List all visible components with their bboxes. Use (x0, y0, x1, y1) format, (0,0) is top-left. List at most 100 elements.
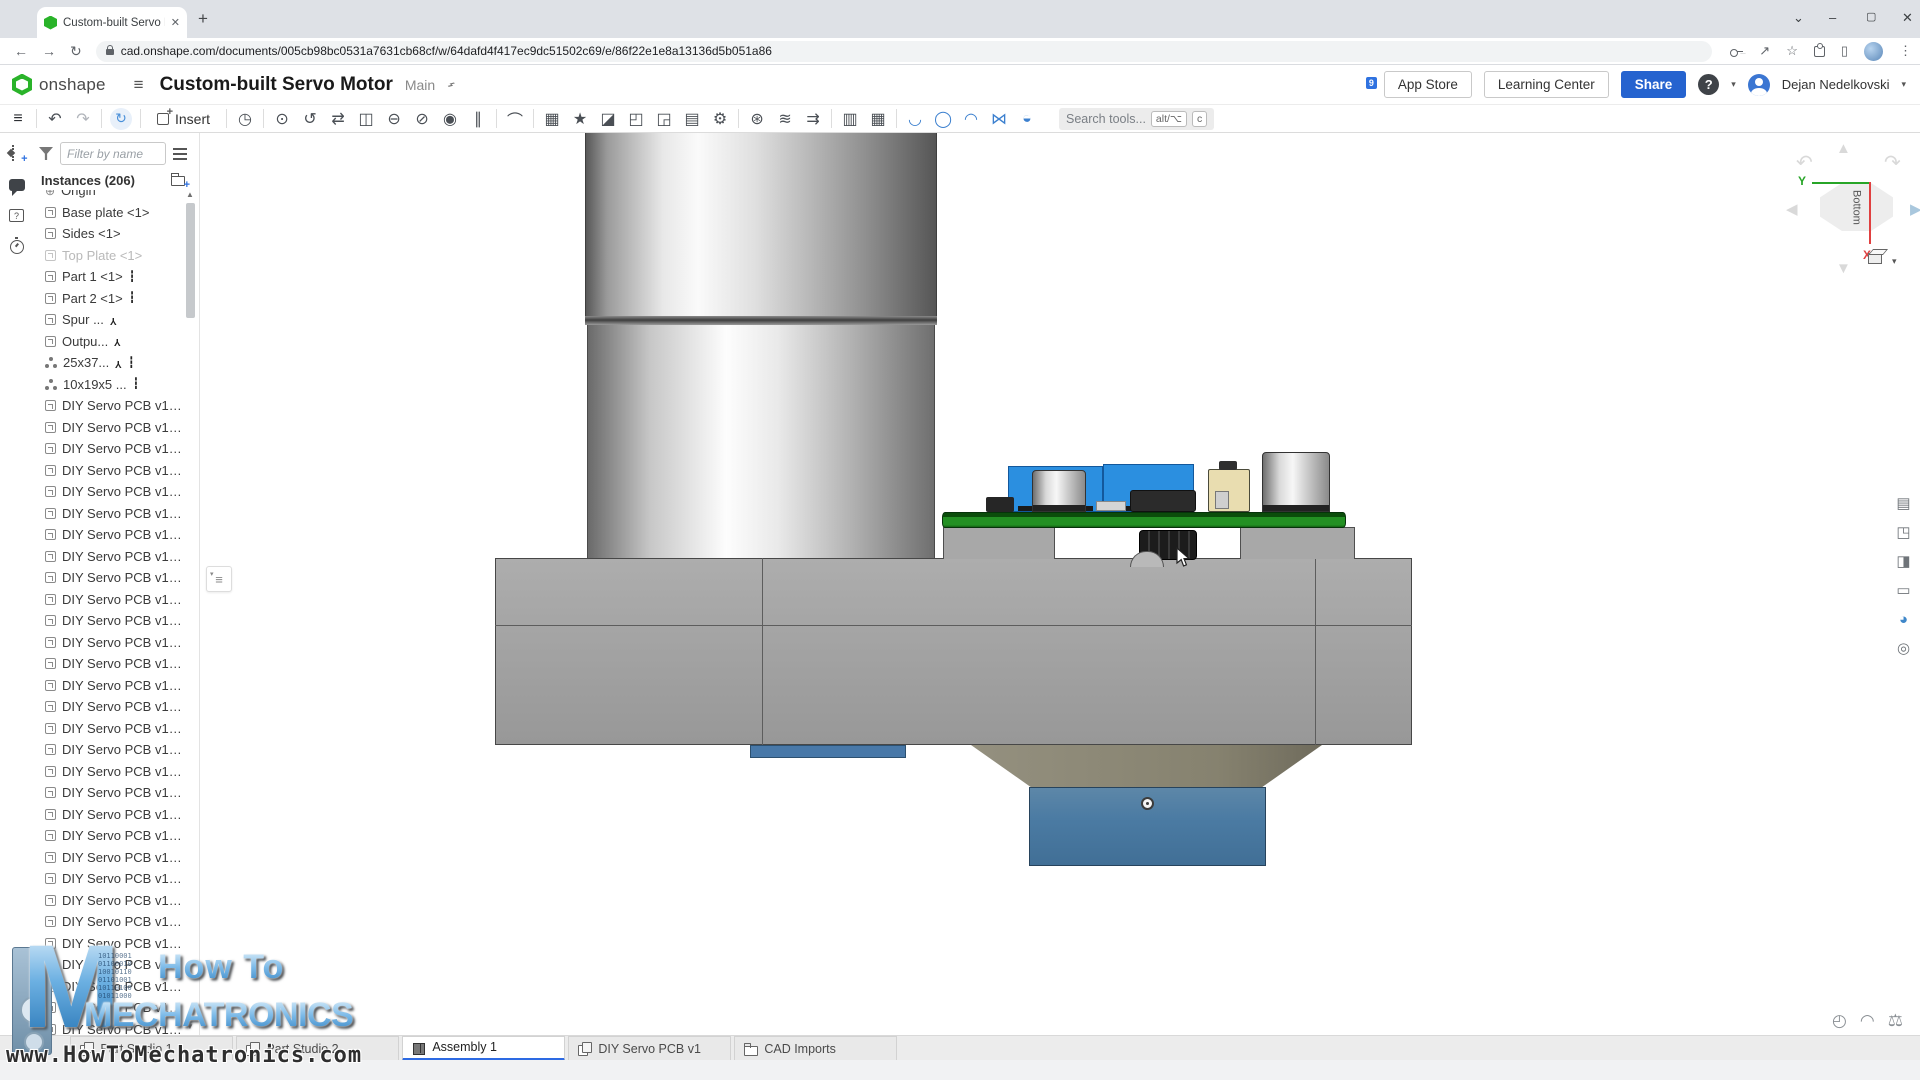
measure-tape-icon[interactable]: ◴ (1832, 1011, 1847, 1031)
forward-icon[interactable]: → (42, 43, 56, 59)
new-tab-button[interactable]: + (198, 9, 208, 29)
toolbar-icon[interactable] (140, 109, 141, 128)
measure-angle-icon[interactable]: ◠ (1860, 1011, 1875, 1031)
tangent-mate-icon[interactable]: ⌒ (501, 107, 529, 131)
document-tab[interactable]: Assembly 1 (402, 1036, 565, 1061)
instances-scrollbar[interactable]: ▲ ▼ (185, 190, 196, 1031)
viewcube-arrow-up-icon[interactable]: ▲ (1836, 140, 1851, 157)
document-tab[interactable]: CAD Imports (734, 1036, 897, 1061)
section-view-icon[interactable]: ◨ (1890, 548, 1917, 574)
instance-row[interactable]: DIY Servo PCB v1 <... (33, 804, 185, 826)
onshape-logo-text[interactable]: onshape (39, 75, 106, 95)
pcb-standoff-left[interactable] (943, 527, 1055, 559)
instance-row[interactable]: DIY Servo PCB v1 <... (33, 546, 185, 568)
box-select-icon[interactable]: ▦ (538, 107, 566, 131)
mass-properties-icon[interactable]: ⚖ (1888, 1011, 1903, 1031)
instance-row[interactable]: DIY Servo PCB v1 <... (33, 718, 185, 740)
undo-icon[interactable]: ↶ (41, 107, 69, 131)
smd-component-small[interactable] (986, 497, 1014, 512)
instance-row[interactable]: DIY Servo PCB v1 <... (33, 976, 185, 998)
instance-row[interactable]: DIY Servo PCB v1 <... (33, 524, 185, 546)
help-caret-icon[interactable]: ▾ (1731, 79, 1736, 90)
instance-row[interactable]: DIY Servo PCB v1 <... (33, 954, 185, 976)
filter-icon[interactable] (39, 147, 53, 160)
screw-relation-icon[interactable]: ⇉ (799, 107, 827, 131)
planar-blue-icon[interactable]: ◒ (1013, 107, 1041, 131)
named-views-icon[interactable]: ▭ (1890, 577, 1917, 603)
planetary-relation-icon[interactable]: ⊛ (743, 107, 771, 131)
instance-row[interactable]: DIY Servo PCB v1 <... (33, 417, 185, 439)
toolbar-icon[interactable] (36, 109, 37, 128)
browser-profile-avatar[interactable] (1864, 42, 1883, 61)
blue-part-sliver[interactable] (750, 745, 906, 758)
user-name[interactable]: Dejan Nedelkovski (1782, 77, 1890, 92)
planar-mate-icon[interactable]: ◫ (352, 107, 380, 131)
toolbar-icon[interactable] (896, 109, 897, 128)
sync-icon[interactable]: ↻ (110, 108, 132, 130)
view-cube[interactable]: ↶ ↷ ▲ ▼ ◀ ▶ Bottom Y X ▾ (1790, 140, 1920, 280)
insert-folder-icon[interactable] (171, 176, 185, 186)
side-panel-icon[interactable]: ▯ (1841, 43, 1848, 59)
toolbar-icon[interactable] (226, 109, 227, 128)
instance-row[interactable]: DIY Servo PCB v1 <... (33, 438, 185, 460)
help-box-icon[interactable] (9, 209, 24, 222)
camera-icon[interactable]: ◎ (1890, 635, 1917, 661)
appearance-icon[interactable]: ◕ (1890, 606, 1917, 632)
instance-row[interactable]: DIY Servo PCB v1 <... (33, 481, 185, 503)
browser-menu-icon[interactable]: ⋮ (1899, 43, 1912, 59)
servo-lower-cylinder[interactable] (587, 325, 935, 558)
instance-row[interactable]: DIY Servo PCB v1 <... (33, 589, 185, 611)
panel-toggle-button[interactable]: ≡ (206, 566, 232, 592)
mate-marker[interactable] (1141, 797, 1154, 810)
history-icon[interactable]: ◷ (231, 107, 259, 131)
insert-button[interactable]: Insert (147, 108, 220, 130)
servo-body[interactable] (495, 558, 1412, 745)
instance-row[interactable]: DIY Servo PCB v1 <... (33, 847, 185, 869)
redo-icon[interactable]: ↷ (69, 107, 97, 131)
toolbar-icon[interactable] (533, 109, 534, 128)
scroll-up-icon[interactable]: ▲ (186, 190, 194, 199)
parallel-mate-icon[interactable]: ∥ (464, 107, 492, 131)
viewcube-arrow-down-icon[interactable]: ▼ (1836, 260, 1851, 277)
toolbar-icon[interactable] (263, 109, 264, 128)
viewcube-face[interactable]: Bottom (1820, 183, 1893, 231)
user-caret-icon[interactable]: ▾ (1901, 79, 1906, 90)
search-tabs-icon[interactable] (14, 1044, 23, 1053)
onshape-logo-icon[interactable] (12, 74, 32, 96)
instance-row[interactable]: DIY Servo PCB v1 <... (33, 696, 185, 718)
browser-tab[interactable]: Custom-built Servo Motor | Asse ✕ (37, 7, 187, 38)
pin-slot-mate-icon[interactable]: ⊘ (408, 107, 436, 131)
window-maximize-icon[interactable]: ▢ (1866, 10, 1876, 23)
viewcube-arrow-left-icon[interactable]: ◀ (1786, 200, 1798, 218)
capacitor-right[interactable] (1262, 452, 1330, 512)
star-part-icon[interactable]: ★ (566, 107, 594, 131)
instance-row[interactable]: DIY Servo PCB v1 <... (33, 653, 185, 675)
assembly-structure-icon[interactable]: ≡ (4, 107, 32, 131)
share-page-icon[interactable]: ↗ (1759, 43, 1770, 59)
toolbar-icon[interactable] (831, 109, 832, 128)
document-menu-icon[interactable]: ≡ (134, 75, 144, 95)
capacitor-left[interactable] (1032, 470, 1086, 512)
revolute-blue-icon[interactable]: ◡ (901, 107, 929, 131)
list-options-icon[interactable] (173, 148, 187, 160)
tab-close-icon[interactable]: ✕ (171, 16, 180, 29)
view-menu-caret-icon[interactable]: ▾ (1892, 256, 1897, 267)
password-key-icon[interactable] (1730, 45, 1743, 58)
servo-top-cylinder[interactable] (585, 133, 937, 318)
3d-viewport[interactable]: ≡ ↶ ↷ ▲ ▼ ◀ ▶ Bottom Y X ▾ ▤◳◨▭◕◎ ◴◠⚖ (200, 133, 1920, 1035)
add-mate-connector-icon[interactable] (12, 145, 24, 161)
instance-row[interactable]: DIY Servo PCB v1 <... (33, 890, 185, 912)
instance-row[interactable]: DIY Servo PCB v1 <... (33, 997, 185, 1019)
scroll-down-icon[interactable]: ▼ (186, 1022, 194, 1031)
isometric-view-icon[interactable] (1868, 253, 1882, 264)
app-store-button[interactable]: App Store (1384, 71, 1472, 98)
toolbar-icon[interactable] (101, 109, 102, 128)
instance-row[interactable]: DIY Servo PCB v1 <... (33, 567, 185, 589)
bookmark-star-icon[interactable]: ☆ (1786, 43, 1798, 59)
instance-row[interactable]: Part 1 <1> (33, 266, 185, 288)
instance-row[interactable]: 25x37... (33, 352, 185, 374)
instance-row[interactable]: DIY Servo PCB v1 <... (33, 761, 185, 783)
learning-center-button[interactable]: Learning Center (1484, 71, 1609, 98)
instance-row[interactable]: DIY Servo PCB v1 <... (33, 503, 185, 525)
isolate-icon[interactable]: ◳ (1890, 519, 1917, 545)
